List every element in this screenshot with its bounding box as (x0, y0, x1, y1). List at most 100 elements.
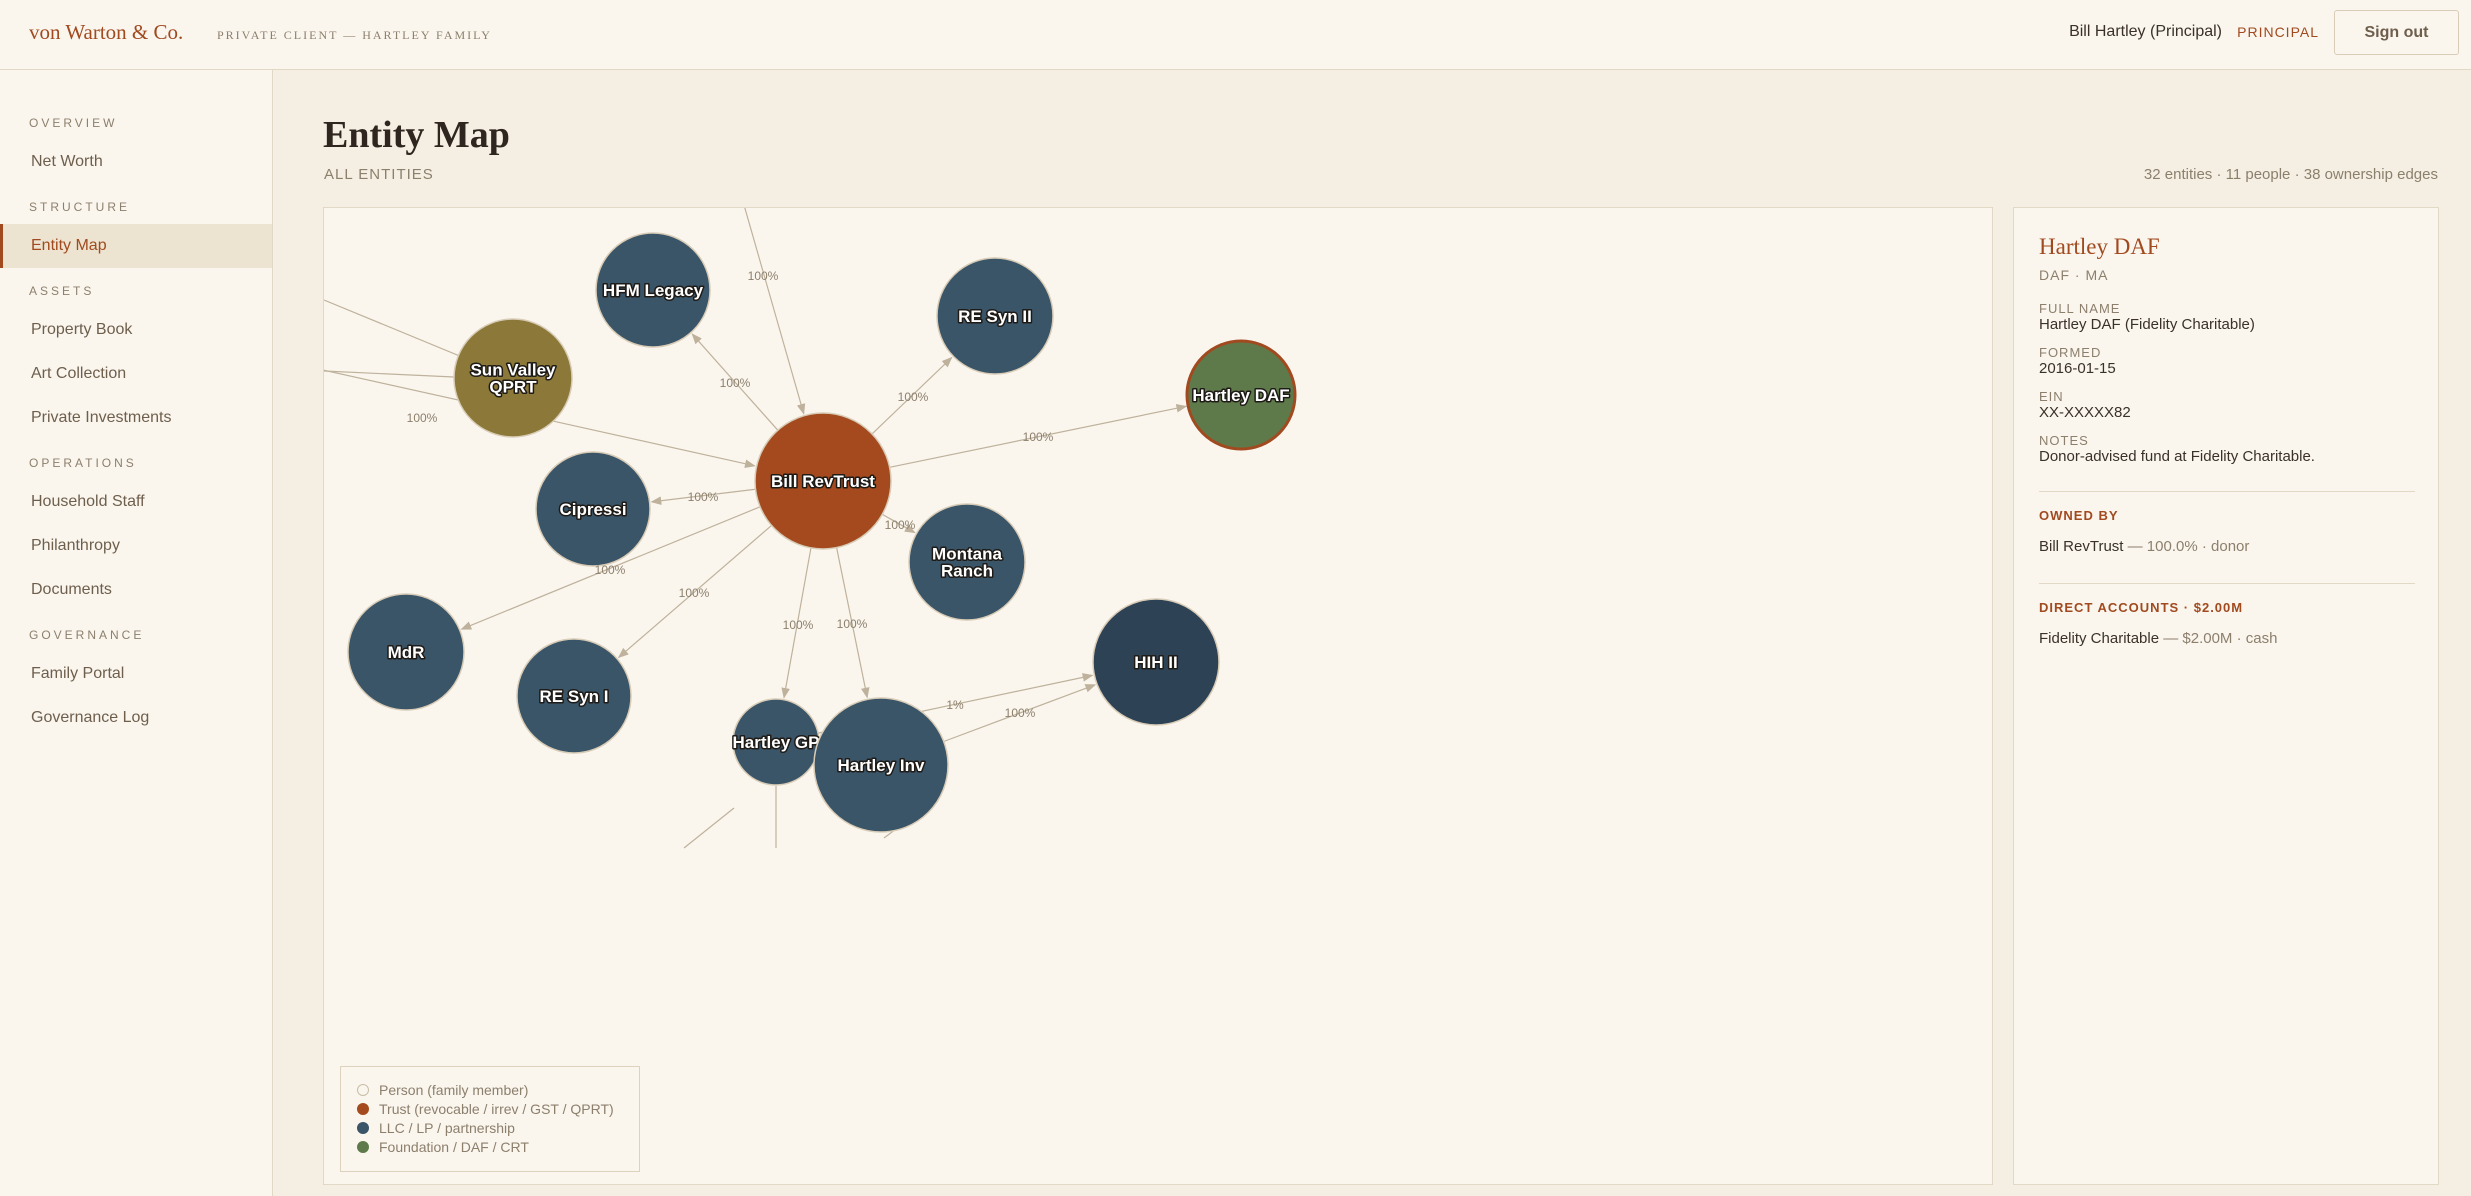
entity-node-bill-revtrust[interactable]: Bill RevTrust (754, 412, 892, 550)
field-value-ein: XX-XXXXX82 (2039, 404, 2131, 421)
legend-label: Trust (revocable / irrev / GST / QPRT) (379, 1100, 614, 1117)
entity-node-re-syn-i[interactable]: RE Syn I (516, 638, 632, 754)
entity-node-label: MdR (388, 643, 425, 662)
edge-percent-label: 100% (783, 618, 814, 632)
current-user-name: Bill Hartley (Principal) (2069, 23, 2222, 40)
legend-item-llc: LLC / LP / partnership (357, 1118, 639, 1137)
sidebar-item-private-investments[interactable]: Private Investments (0, 396, 272, 440)
entity-node-mdr[interactable]: MdR (347, 593, 465, 711)
edge-percent-label: 100% (595, 563, 626, 577)
entity-node-sun-valley-qprt[interactable]: Sun ValleyQPRT (453, 318, 573, 438)
top-bar: von Warton & Co. PRIVATE CLIENT — HARTLE… (0, 0, 2471, 70)
sidebar-item-documents[interactable]: Documents (0, 568, 272, 612)
entity-node-hartley-daf[interactable]: Hartley DAF (1185, 339, 1297, 451)
ownership-edge[interactable] (742, 208, 806, 415)
edge-percent-label: 1% (946, 698, 964, 712)
entity-node-montana-ranch[interactable]: MontanaRanch (908, 503, 1026, 621)
section-divider (2039, 583, 2415, 584)
ownership-edge (683, 807, 735, 849)
entity-node-cipressi[interactable]: Cipressi (535, 451, 651, 567)
section-divider (2039, 491, 2415, 492)
legend-label: Person (family member) (379, 1081, 529, 1098)
sidebar-item-entity-map[interactable]: Entity Map (0, 224, 272, 268)
direct-accounts-heading: DIRECT ACCOUNTS · $2.00M (2039, 600, 2244, 615)
person-swatch-icon (357, 1083, 369, 1096)
page-title: Entity Map (323, 114, 510, 156)
brand-logo[interactable]: von Warton & Co. (29, 20, 183, 45)
entity-node-label: Hartley GP (733, 733, 820, 752)
entity-node-label: QPRT (489, 378, 537, 397)
account-detail: — $2.00M · cash (2159, 630, 2278, 647)
edge-percent-label: 100% (679, 586, 710, 600)
entity-node-label: Hartley Inv (838, 756, 925, 775)
entity-detail-panel: Hartley DAF DAF · MA FULL NAME Hartley D… (2013, 207, 2439, 1185)
user-role-badge: PRINCIPAL (2237, 24, 2319, 40)
legend-item-trust: Trust (revocable / irrev / GST / QPRT) (357, 1099, 639, 1118)
sidebar-item-household-staff[interactable]: Household Staff (0, 480, 272, 524)
nav-section-overview: OVERVIEW (29, 116, 118, 130)
sidebar-item-art-collection[interactable]: Art Collection (0, 352, 272, 396)
entity-node-label: Bill RevTrust (771, 472, 875, 491)
legend-label: Foundation / DAF / CRT (379, 1138, 529, 1155)
entity-node-hartley-gp[interactable]: Hartley GP (731, 698, 821, 786)
field-value-notes: Donor-advised fund at Fidelity Charitabl… (2039, 448, 2315, 465)
entity-node-label: RE Syn I (540, 687, 609, 706)
entity-type-jurisdiction: DAF · MA (2039, 267, 2109, 283)
edge-percent-label: 100% (720, 376, 751, 390)
legend-item-foundation: Foundation / DAF / CRT (357, 1137, 639, 1156)
nav-section-governance: GOVERNANCE (29, 628, 145, 642)
client-tagline: PRIVATE CLIENT — HARTLEY FAMILY (217, 28, 492, 42)
entity-node-label: Hartley DAF (1192, 386, 1289, 405)
entity-map-canvas[interactable]: Bill RevTrust HFM Legacy RE Syn II Sun Vall… (323, 207, 1993, 1185)
nav-section-structure: STRUCTURE (29, 200, 130, 214)
edge-percent-label: 100% (837, 617, 868, 631)
account-row[interactable]: Fidelity Charitable — $2.00M · cash (2039, 630, 2277, 647)
entity-node-hartley-inv[interactable]: Hartley Inv (813, 697, 949, 833)
account-name[interactable]: Fidelity Charitable (2039, 630, 2159, 647)
entity-node-label: Ranch (941, 562, 993, 581)
owned-by-heading: OWNED BY (2039, 508, 2119, 523)
entity-graph[interactable]: Bill RevTrust HFM Legacy RE Syn II Sun Vall… (324, 208, 1993, 1185)
entity-node-label: RE Syn II (958, 307, 1032, 326)
owner-detail: — 100.0% · donor (2123, 538, 2250, 555)
sidebar-nav: OVERVIEW Net Worth STRUCTURE Entity Map … (0, 70, 273, 1196)
owner-row[interactable]: Bill RevTrust — 100.0% · donor (2039, 538, 2249, 555)
edge-percent-label: 100% (898, 390, 929, 404)
edge-percent-label: 100% (748, 269, 779, 283)
field-label-formed: FORMED (2039, 345, 2102, 360)
edge-percent-label: 100% (688, 490, 719, 504)
field-label-notes: NOTES (2039, 433, 2089, 448)
entity-node-hih-ii[interactable]: HIH II (1092, 598, 1220, 726)
field-label-full-name: FULL NAME (2039, 301, 2121, 316)
foundation-swatch-icon (357, 1140, 369, 1153)
entity-node-label: Cipressi (559, 500, 626, 519)
nav-section-operations: OPERATIONS (29, 456, 137, 470)
nav-section-assets: ASSETS (29, 284, 95, 298)
legend-label: LLC / LP / partnership (379, 1119, 515, 1136)
sidebar-item-net-worth[interactable]: Net Worth (0, 140, 272, 184)
entity-title: Hartley DAF (2039, 234, 2160, 259)
field-value-full-name: Hartley DAF (Fidelity Charitable) (2039, 316, 2255, 333)
entity-stats: 32 entities · 11 people · 38 ownership e… (2143, 166, 2438, 183)
owner-name[interactable]: Bill RevTrust (2039, 538, 2123, 555)
edge-percent-label: 100% (1023, 430, 1054, 444)
edge-percent-label: 100% (407, 411, 438, 425)
sidebar-item-family-portal[interactable]: Family Portal (0, 652, 272, 696)
legend-item-person: Person (family member) (357, 1080, 639, 1099)
sidebar-item-philanthropy[interactable]: Philanthropy (0, 524, 272, 568)
edge-percent-label: 100% (1005, 706, 1036, 720)
entity-node-hfm-legacy[interactable]: HFM Legacy (595, 232, 711, 348)
entity-node-label: HIH II (1134, 653, 1177, 672)
entity-node-re-syn-ii[interactable]: RE Syn II (936, 257, 1054, 375)
llc-swatch-icon (357, 1121, 369, 1134)
trust-swatch-icon (357, 1102, 369, 1115)
sign-out-button[interactable]: Sign out (2334, 10, 2459, 55)
field-value-formed: 2016-01-15 (2039, 360, 2116, 377)
sidebar-item-governance-log[interactable]: Governance Log (0, 696, 272, 740)
page-subtitle: ALL ENTITIES (324, 166, 434, 183)
map-legend: Person (family member) Trust (revocable … (340, 1066, 640, 1172)
field-label-ein: EIN (2039, 389, 2064, 404)
sidebar-item-property-book[interactable]: Property Book (0, 308, 272, 352)
entity-node-label: HFM Legacy (603, 281, 704, 300)
edge-percent-label: 100% (885, 518, 916, 532)
